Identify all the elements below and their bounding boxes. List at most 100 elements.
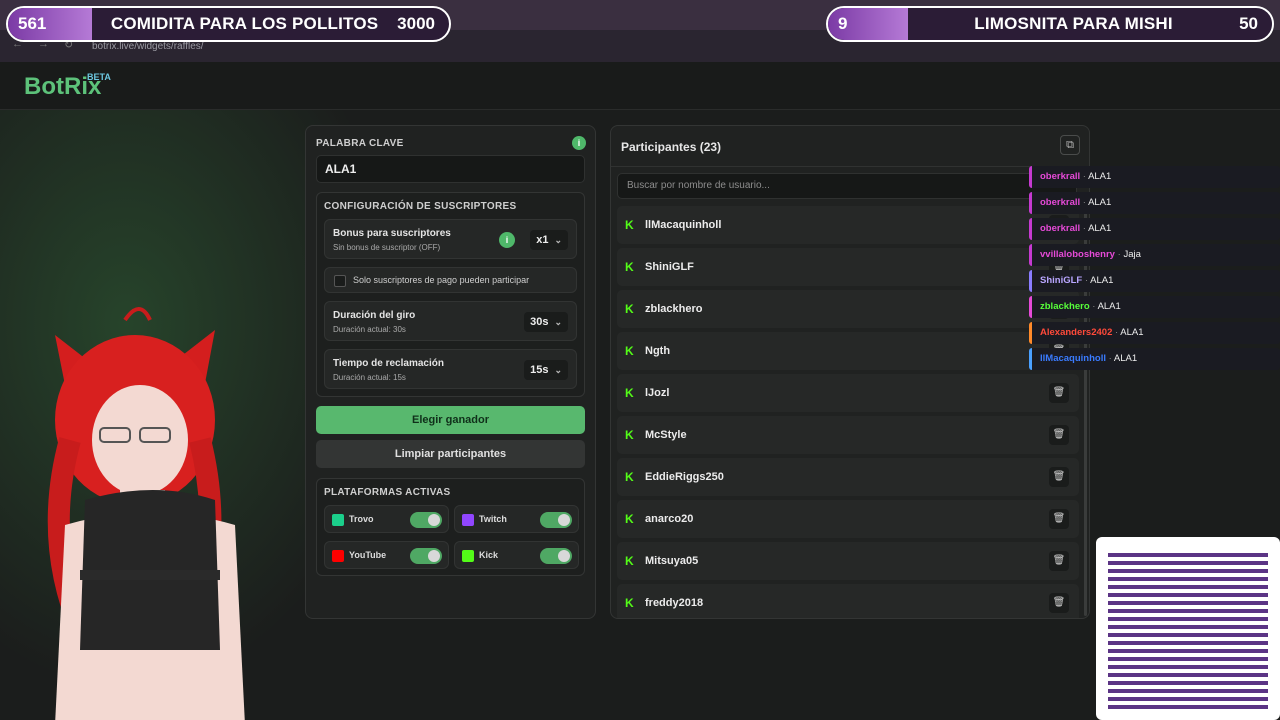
participant-name: freddy2018 <box>645 597 704 609</box>
claim-time-value: 15s <box>530 364 549 376</box>
chat-username: ShiniGLF <box>1040 275 1083 286</box>
chat-username: llMacaquinholl <box>1040 353 1106 364</box>
keyword-input[interactable]: ALA1 <box>316 155 585 183</box>
kick-icon: K <box>625 428 634 442</box>
kick-toggle[interactable] <box>540 548 572 564</box>
chat-message: ShiniGLF · ALA1 <box>1029 270 1280 292</box>
chat-separator: · <box>1105 353 1114 364</box>
participant-name: Ngth <box>645 345 671 357</box>
participant-row: K ShiniGLF 🗑 <box>617 248 1079 286</box>
chat-text: ALA1 <box>1113 353 1138 364</box>
participant-search-input[interactable]: Buscar por nombre de usuario... <box>617 173 1077 199</box>
trash-icon[interactable]: 🗑 <box>1049 467 1069 487</box>
chat-message: llMacaquinholl · ALA1 <box>1029 348 1280 370</box>
goal-title: LIMOSNITA PARA MISHI <box>974 14 1173 33</box>
trash-icon[interactable]: 🗑 <box>1049 425 1069 445</box>
chat-username: vvillaloboshenry <box>1040 249 1115 260</box>
chat-username: oberkrall <box>1040 223 1081 234</box>
participant-row: Kzblackhero🗑 <box>617 290 1079 328</box>
bonus-select[interactable]: x1 ⌄ <box>530 230 568 250</box>
chat-username: oberkrall <box>1040 171 1081 182</box>
kick-icon: K <box>625 554 634 568</box>
subscriber-config-section: CONFIGURACIÓN DE SUSCRIPTORES Bonus para… <box>316 192 585 397</box>
copy-icon[interactable]: ⧉ <box>1060 135 1080 155</box>
participant-row: KNgth🗑 <box>617 332 1079 370</box>
chat-text: ALA1 <box>1088 171 1112 182</box>
clear-participants-button[interactable]: Limpiar participantes <box>316 440 585 468</box>
chat-text: ALA1 <box>1097 301 1121 312</box>
trash-icon[interactable]: 🗑 <box>1049 593 1069 613</box>
platform-name: Kick <box>479 550 499 560</box>
kick-icon: K <box>625 596 634 610</box>
spin-duration-value: 30s <box>530 316 549 328</box>
active-platforms-section: PLATAFORMAS ACTIVAS Trovo Twitch YouTube… <box>316 478 585 576</box>
participant-row: K EddieRiggs250 🗑 <box>617 458 1079 496</box>
kick-icon: K <box>625 386 634 400</box>
goal-target: 50 <box>1239 14 1258 33</box>
info-icon[interactable]: i <box>572 136 586 150</box>
participant-name: llMacaquinholl <box>645 219 722 231</box>
kick-icon: K <box>625 344 634 358</box>
participant-name: lJozl <box>645 387 670 399</box>
claim-time-title: Tiempo de reclamación <box>333 358 444 369</box>
yape-qr-code <box>1096 537 1280 720</box>
chat-text: Jaja <box>1123 249 1141 260</box>
youtube-toggle[interactable] <box>410 548 442 564</box>
bonus-subtitle: Sin bonus de suscriptor (OFF) <box>333 243 441 252</box>
chat-username: oberkrall <box>1040 197 1081 208</box>
twitch-toggle[interactable] <box>540 512 572 528</box>
chat-separator: · <box>1080 223 1089 234</box>
goal-bar-right: 9 LIMOSNITA PARA MISHI 50 <box>826 6 1274 42</box>
platform-card-twitch: Twitch <box>454 505 579 533</box>
kick-icon: K <box>625 302 634 316</box>
chat-separator: · <box>1080 171 1089 182</box>
chat-separator: · <box>1080 197 1089 208</box>
chat-message: oberkrall · ALA1 <box>1029 192 1280 214</box>
info-icon[interactable]: i <box>499 232 515 248</box>
participant-row: KlJozl 🗑 <box>617 374 1079 412</box>
claim-time-subtitle: Duración actual: 15s <box>333 373 406 382</box>
trash-icon[interactable]: 🗑 <box>1049 509 1069 529</box>
platform-name: Twitch <box>479 514 507 524</box>
spin-duration-select[interactable]: 30s ⌄ <box>524 312 568 332</box>
participant-list: KllMacaquinholl🗑KShiniGLF🗑Kzblackhero🗑KN… <box>617 206 1079 618</box>
paid-only-row[interactable]: Solo suscriptores de pago pueden partici… <box>324 267 577 293</box>
chevron-down-icon: ⌄ <box>554 317 562 327</box>
participant-row: Kanarco20 🗑 <box>617 500 1079 538</box>
goal-target: 3000 <box>397 14 435 33</box>
chat-message: oberkrall · ALA1 <box>1029 166 1280 188</box>
chevron-down-icon: ⌄ <box>554 235 562 245</box>
claim-time-select[interactable]: 15s ⌄ <box>524 360 568 380</box>
goal-bar-left: 561 COMIDITA PARA LOS POLLITOS 3000 <box>6 6 451 42</box>
raffle-settings-panel: PALABRA CLAVE i ALA1 CONFIGURACIÓN DE SU… <box>305 125 596 619</box>
platforms-heading: PLATAFORMAS ACTIVAS <box>324 487 451 498</box>
vtuber-avatar <box>47 307 245 720</box>
chevron-down-icon: ⌄ <box>554 365 562 375</box>
paid-only-checkbox[interactable] <box>334 275 346 287</box>
chat-text: ALA1 <box>1090 275 1114 286</box>
chat-message: Alexanders2402 · ALA1 <box>1029 322 1280 344</box>
trash-icon[interactable]: 🗑 <box>1049 383 1069 403</box>
participant-name: anarco20 <box>645 513 694 525</box>
bonus-value: x1 <box>536 234 549 246</box>
pick-winner-button[interactable]: Elegir ganador <box>316 406 585 434</box>
participant-row: KllMacaquinholl🗑 <box>617 206 1079 244</box>
kick-icon <box>462 550 474 562</box>
platform-card-youtube: YouTube <box>324 541 449 569</box>
participants-title: Participantes (23) <box>621 140 722 154</box>
kick-icon: K <box>625 260 634 274</box>
spin-duration-row: Duración del giro Duración actual: 30s 3… <box>324 301 577 341</box>
trovo-toggle[interactable] <box>410 512 442 528</box>
twitch-icon <box>462 514 474 526</box>
goal-count: 561 <box>8 8 92 40</box>
platform-name: Trovo <box>349 514 374 524</box>
participant-name: McStyle <box>645 429 687 441</box>
qr-pattern <box>1108 549 1268 709</box>
trash-icon[interactable]: 🗑 <box>1049 551 1069 571</box>
subscriber-bonus-row: Bonus para suscriptores Sin bonus de sus… <box>324 219 577 259</box>
claim-time-row: Tiempo de reclamación Duración actual: 1… <box>324 349 577 389</box>
goal-count: 9 <box>828 8 908 40</box>
chat-username: zblackhero <box>1040 301 1090 312</box>
participant-row: Kfreddy2018 🗑 <box>617 584 1079 618</box>
participant-name: Mitsuya05 <box>645 555 699 567</box>
